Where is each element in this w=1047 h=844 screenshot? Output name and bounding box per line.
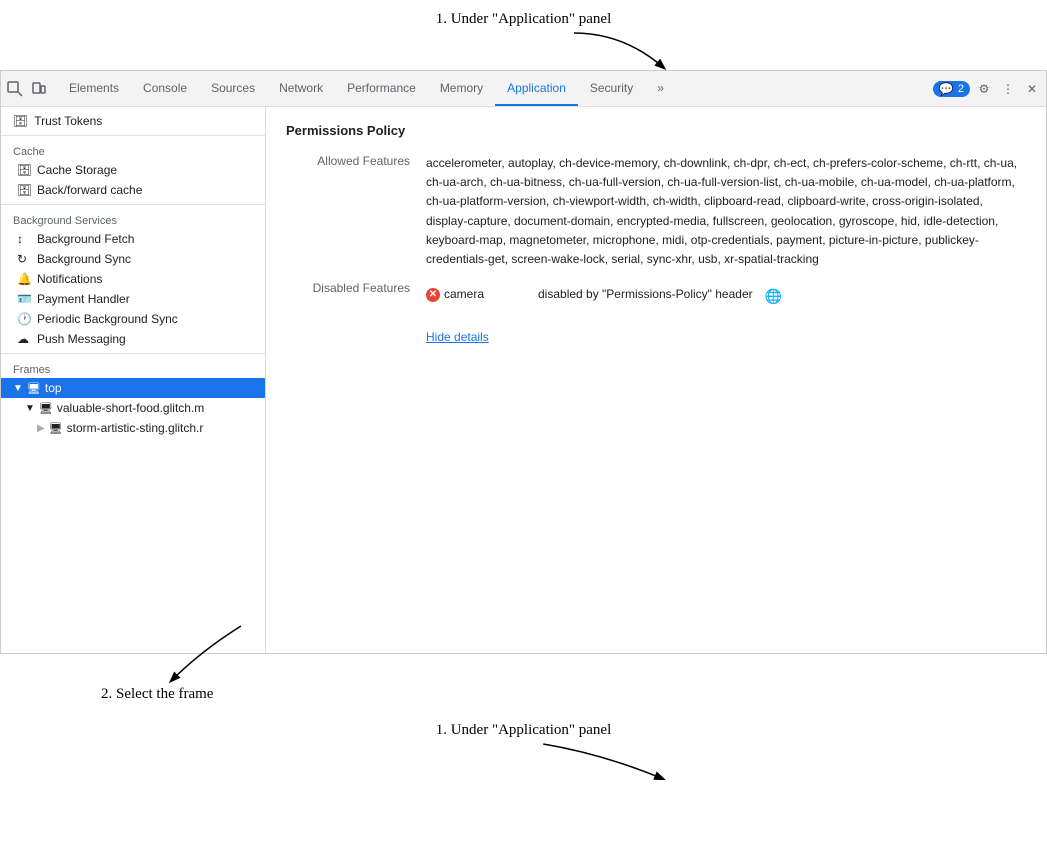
- cache-storage-icon: 🗄: [17, 163, 31, 177]
- frame-storm-arrow: ▶: [37, 423, 45, 434]
- annotation-top-text: 1. Under "Application" panel: [436, 11, 612, 27]
- sidebar-item-payment-handler[interactable]: 🪪 Payment Handler: [1, 289, 265, 309]
- annotation-top-display: 1. Under "Application" panel: [436, 722, 612, 738]
- globe-icon[interactable]: 🌐: [765, 285, 782, 307]
- more-options-icon[interactable]: ⋮: [998, 79, 1018, 99]
- background-services-header: Background Services: [1, 209, 265, 229]
- sidebar-item-background-sync[interactable]: ↻ Background Sync: [1, 249, 265, 269]
- close-icon[interactable]: ✕: [1022, 79, 1042, 99]
- inspect-icon[interactable]: [5, 79, 25, 99]
- disabled-feature-camera: ✕ camera: [426, 285, 526, 304]
- message-badge[interactable]: 💬 2: [933, 81, 970, 97]
- backforward-cache-icon: 🗄: [17, 183, 31, 197]
- devtools-window: 1. Under "Application" panel: [0, 70, 1047, 654]
- tab-performance[interactable]: Performance: [335, 71, 428, 106]
- devtools-tabs: Elements Console Sources Network Perform…: [57, 71, 933, 106]
- hide-details-link[interactable]: Hide details: [426, 328, 489, 347]
- tab-network[interactable]: Network: [267, 71, 335, 106]
- settings-icon[interactable]: ⚙: [974, 79, 994, 99]
- sidebar-item-cache-storage[interactable]: 🗄 Cache Storage: [1, 160, 265, 180]
- tab-sources[interactable]: Sources: [199, 71, 267, 106]
- frame-icon: 🖥: [27, 382, 41, 395]
- allowed-features-label: Allowed Features: [286, 154, 426, 269]
- payment-handler-label: Payment Handler: [37, 292, 130, 306]
- frame-valuable-item[interactable]: ▼ 🖥 valuable-short-food.glitch.m: [1, 398, 265, 418]
- cache-header: Cache: [1, 140, 265, 160]
- badge-count: 2: [958, 83, 964, 95]
- divider-3: [1, 353, 265, 354]
- tab-memory[interactable]: Memory: [428, 71, 495, 106]
- push-messaging-label: Push Messaging: [37, 332, 126, 346]
- disabled-features-value: ✕ camera disabled by "Permissions-Policy…: [426, 281, 1026, 347]
- disabled-entry-camera: ✕ camera disabled by "Permissions-Policy…: [426, 285, 1026, 307]
- allowed-features-value: accelerometer, autoplay, ch-device-memor…: [426, 154, 1026, 269]
- background-fetch-icon: ↕: [17, 232, 31, 246]
- payment-handler-icon: 🪪: [17, 292, 31, 306]
- tab-elements[interactable]: Elements: [57, 71, 131, 106]
- background-sync-label: Background Sync: [37, 252, 131, 266]
- disabled-features-row: Disabled Features ✕ camera disabled by "…: [286, 281, 1026, 347]
- cache-storage-label: Cache Storage: [37, 163, 117, 177]
- error-circle-icon: ✕: [426, 288, 440, 302]
- database-icon: 🗄: [13, 114, 28, 128]
- frame-valuable-label: valuable-short-food.glitch.m: [57, 401, 204, 415]
- background-fetch-label: Background Fetch: [37, 232, 134, 246]
- frame-top-arrow: ▼: [13, 383, 23, 394]
- devtools-body: 🗄 Trust Tokens Cache 🗄 Cache Storage 🗄 B…: [1, 107, 1046, 653]
- tab-application[interactable]: Application: [495, 71, 578, 106]
- camera-feature-name: camera: [444, 285, 484, 304]
- background-sync-icon: ↻: [17, 252, 31, 266]
- frame-top-item[interactable]: ▼ 🖥 top: [1, 378, 265, 398]
- sidebar-item-notifications[interactable]: 🔔 Notifications: [1, 269, 265, 289]
- device-icon[interactable]: [29, 79, 49, 99]
- sidebar-item-periodic-background-sync[interactable]: 🕐 Periodic Background Sync: [1, 309, 265, 329]
- disabled-reason: disabled by "Permissions-Policy" header: [538, 285, 753, 304]
- trust-tokens-label: Trust Tokens: [34, 114, 102, 128]
- notifications-icon: 🔔: [17, 272, 31, 286]
- periodic-bg-sync-icon: 🕐: [17, 312, 31, 326]
- notifications-label: Notifications: [37, 272, 102, 286]
- disabled-features-label: Disabled Features: [286, 281, 426, 347]
- divider-1: [1, 135, 265, 136]
- frame-top-label: top: [45, 381, 62, 395]
- backforward-cache-label: Back/forward cache: [37, 183, 142, 197]
- push-messaging-icon: ☁: [17, 332, 31, 346]
- panel-title: Permissions Policy: [286, 123, 1026, 138]
- frame-storm-item[interactable]: ▶ 🖥 storm-artistic-sting.glitch.r: [1, 418, 265, 438]
- frames-header: Frames: [1, 358, 265, 378]
- sidebar-item-background-fetch[interactable]: ↕ Background Fetch: [1, 229, 265, 249]
- sidebar-item-trust-tokens[interactable]: 🗄 Trust Tokens: [1, 111, 265, 131]
- toolbar-right: 💬 2 ⚙ ⋮ ✕: [933, 79, 1042, 99]
- sidebar: 🗄 Trust Tokens Cache 🗄 Cache Storage 🗄 B…: [1, 107, 266, 653]
- frame-valuable-arrow: ▼: [25, 403, 35, 414]
- tab-more[interactable]: »: [645, 71, 676, 106]
- tab-console[interactable]: Console: [131, 71, 199, 106]
- frame-valuable-icon: 🖥: [39, 402, 53, 415]
- allowed-features-row: Allowed Features accelerometer, autoplay…: [286, 154, 1026, 269]
- sidebar-item-backforward-cache[interactable]: 🗄 Back/forward cache: [1, 180, 265, 200]
- devtools-toolbar: Elements Console Sources Network Perform…: [1, 71, 1046, 107]
- annotation-bottom-text: 2. Select the frame: [101, 686, 213, 702]
- frame-storm-label: storm-artistic-sting.glitch.r: [67, 421, 204, 435]
- divider-2: [1, 204, 265, 205]
- periodic-bg-sync-label: Periodic Background Sync: [37, 312, 178, 326]
- main-panel: Permissions Policy Allowed Features acce…: [266, 107, 1046, 653]
- tab-security[interactable]: Security: [578, 71, 645, 106]
- toolbar-icons-left: [5, 79, 49, 99]
- sidebar-item-push-messaging[interactable]: ☁ Push Messaging: [1, 329, 265, 349]
- frame-storm-icon: 🖥: [49, 422, 63, 435]
